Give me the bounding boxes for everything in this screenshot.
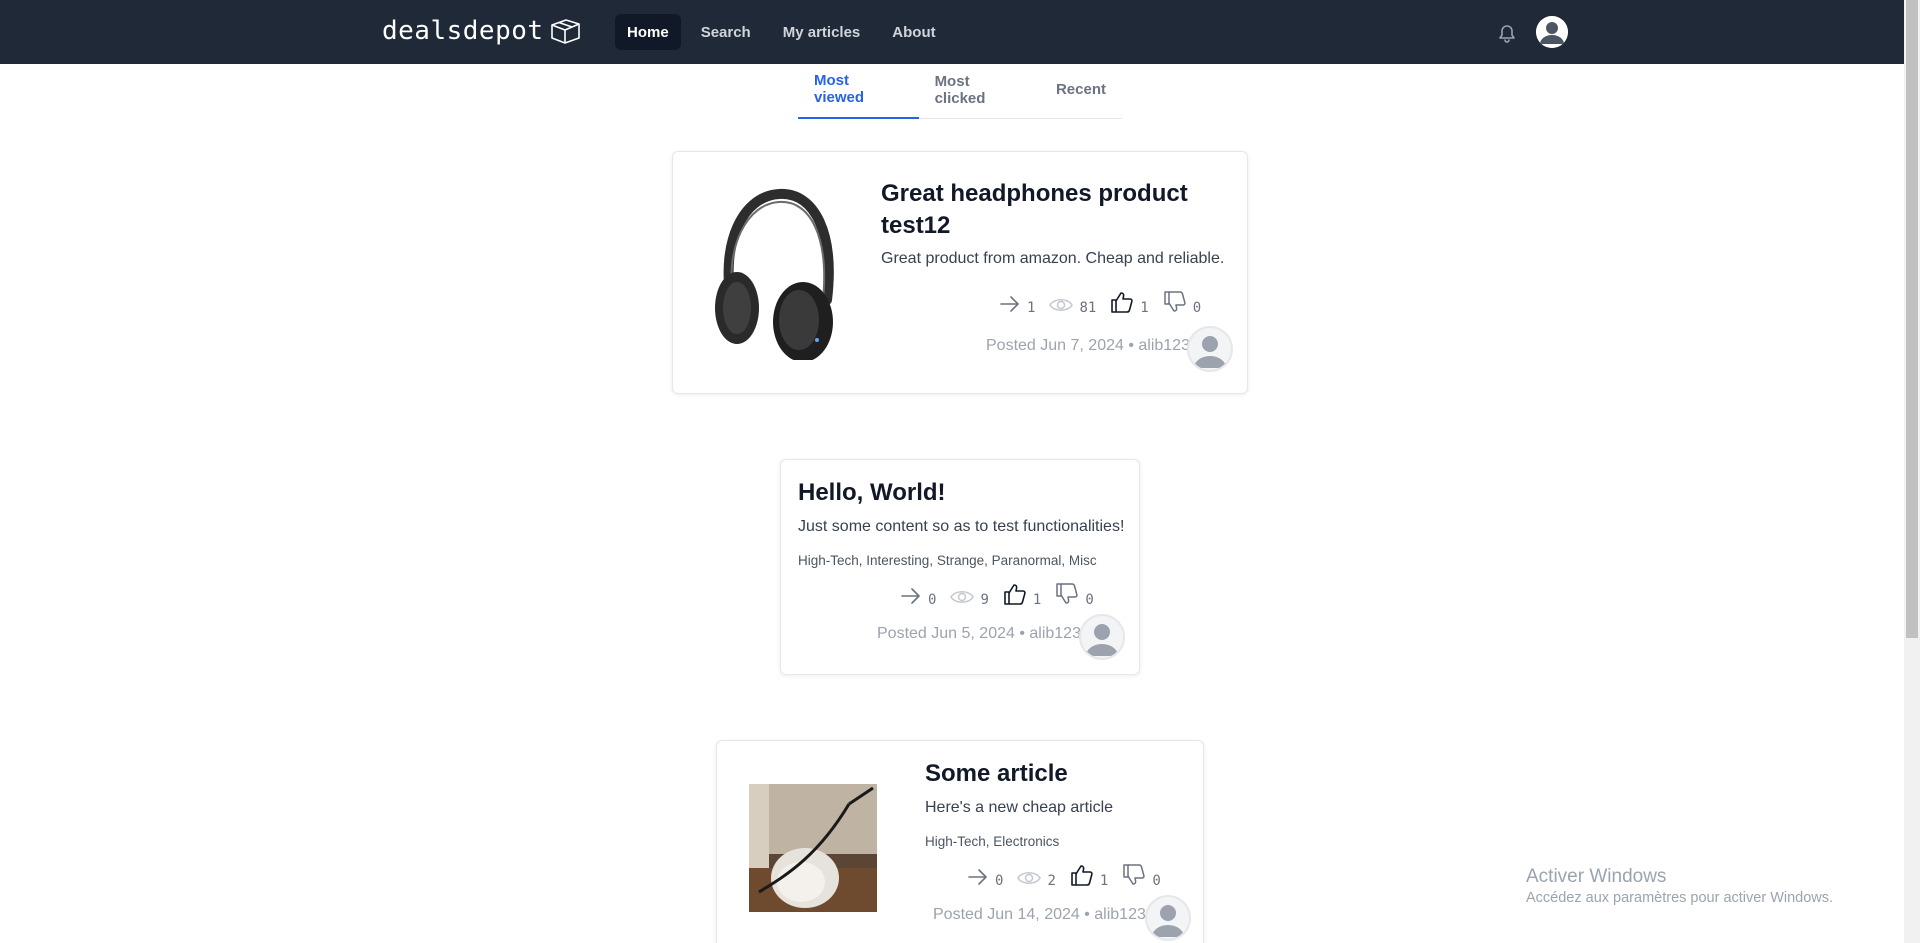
article-description: Here's a new cheap article — [925, 799, 1114, 816]
dislikes-count: 0 — [1152, 873, 1161, 889]
cat-photo — [749, 784, 877, 912]
author-avatar[interactable] — [1145, 895, 1191, 941]
thumbs-up-icon[interactable] — [1110, 290, 1134, 314]
bell-icon[interactable] — [1497, 22, 1517, 49]
nav-links: Home Search My articles About — [615, 14, 948, 50]
article-stats: 0 9 1 0 — [900, 580, 1094, 608]
arrow-right-icon — [968, 869, 987, 885]
clicks-count: 0 — [995, 873, 1004, 889]
scrollbar-thumb[interactable] — [1906, 0, 1918, 638]
views-stat: 9 — [950, 588, 989, 608]
tab-most-clicked[interactable]: Most clicked — [919, 68, 1040, 119]
box-icon — [550, 19, 580, 44]
dislikes-stat[interactable]: 0 — [1163, 290, 1202, 316]
thumbs-up-icon[interactable] — [1070, 863, 1094, 887]
article-tags: High-Tech, Interesting, Strange, Paranor… — [798, 553, 1097, 568]
thumbs-up-icon[interactable] — [1003, 582, 1027, 606]
thumbs-down-icon[interactable] — [1122, 863, 1146, 887]
eye-icon — [1017, 872, 1042, 884]
article-card[interactable]: Some article Here's a new cheap article … — [716, 740, 1204, 943]
dislikes-stat[interactable]: 0 — [1055, 582, 1094, 608]
views-stat: 2 — [1017, 869, 1056, 889]
eye-icon — [950, 591, 975, 603]
tab-recent[interactable]: Recent — [1040, 68, 1122, 119]
tab-most-viewed[interactable]: Most viewed — [798, 68, 919, 119]
watermark-subtitle: Accédez aux paramètres pour activer Wind… — [1526, 890, 1834, 906]
views-count: 9 — [980, 592, 989, 608]
article-title[interactable]: Hello, World! — [798, 477, 946, 509]
arrow-right-icon — [1000, 296, 1019, 312]
logo[interactable]: dealsdepot — [382, 16, 582, 46]
article-title[interactable]: Some article — [925, 758, 1068, 790]
clicks-stat: 0 — [900, 586, 937, 608]
posted-info: Posted Jun 5, 2024 • alib123 — [877, 625, 1081, 642]
eye-icon — [1049, 299, 1074, 311]
title-line: Great headphones product — [881, 180, 1188, 207]
nav-about[interactable]: About — [880, 14, 947, 50]
tab-label: Most clicked — [934, 72, 986, 107]
author-avatar[interactable] — [1187, 326, 1233, 372]
watermark-title: Activer Windows — [1526, 866, 1667, 887]
views-count: 2 — [1047, 873, 1056, 889]
likes-stat[interactable]: 1 — [1070, 863, 1109, 889]
article-description: Great product from amazon. Cheap and rel… — [881, 250, 1225, 267]
views-count: 81 — [1079, 300, 1097, 316]
article-title[interactable]: Great headphones product test12 — [881, 178, 1221, 242]
tab-label: Most viewed — [814, 71, 865, 106]
thumbs-down-icon[interactable] — [1055, 582, 1079, 606]
article-description: Just some content so as to test function… — [798, 518, 1125, 535]
article-stats: 0 2 1 0 — [967, 861, 1161, 889]
clicks-stat: 0 — [967, 867, 1004, 889]
sort-tabs: Most viewed Most clicked Recent — [798, 68, 1122, 119]
likes-stat[interactable]: 1 — [1003, 582, 1042, 608]
posted-info: Posted Jun 14, 2024 • alib123 — [933, 906, 1146, 923]
tab-label: Recent — [1055, 81, 1106, 98]
article-stats: 1 81 1 0 — [999, 288, 1202, 316]
posted-info: Posted Jun 7, 2024 • alib123 — [986, 337, 1190, 354]
windows-activation-watermark: Activer Windows Accédez aux paramètres p… — [1526, 866, 1833, 906]
nav-my-articles[interactable]: My articles — [771, 14, 873, 50]
likes-count: 1 — [1032, 592, 1042, 608]
article-card[interactable]: Great headphones product test12 Great pr… — [672, 151, 1248, 394]
dislikes-stat[interactable]: 0 — [1122, 863, 1161, 889]
arrow-right-icon — [901, 588, 920, 604]
likes-count: 1 — [1099, 873, 1109, 889]
user-avatar[interactable] — [1536, 16, 1568, 48]
likes-count: 1 — [1140, 300, 1149, 316]
headphones-image — [703, 182, 843, 362]
nav-home[interactable]: Home — [615, 14, 681, 50]
logo-text: dealsdepot — [382, 16, 544, 46]
views-stat: 81 — [1049, 296, 1097, 316]
thumbs-down-icon[interactable] — [1163, 290, 1187, 314]
nav-search[interactable]: Search — [689, 14, 763, 50]
dislikes-count: 0 — [1085, 592, 1094, 608]
article-card[interactable]: Hello, World! Just some content so as to… — [780, 459, 1140, 675]
clicks-count: 1 — [1027, 300, 1036, 316]
likes-stat[interactable]: 1 — [1110, 290, 1149, 316]
clicks-stat: 1 — [999, 294, 1036, 316]
dislikes-count: 0 — [1192, 300, 1202, 316]
title-line: test12 — [881, 212, 951, 239]
article-tags: High-Tech, Electronics — [925, 834, 1060, 849]
clicks-count: 0 — [928, 592, 937, 608]
top-navbar: dealsdepot Home Search My articles About — [0, 0, 1904, 64]
author-avatar[interactable] — [1079, 614, 1125, 660]
